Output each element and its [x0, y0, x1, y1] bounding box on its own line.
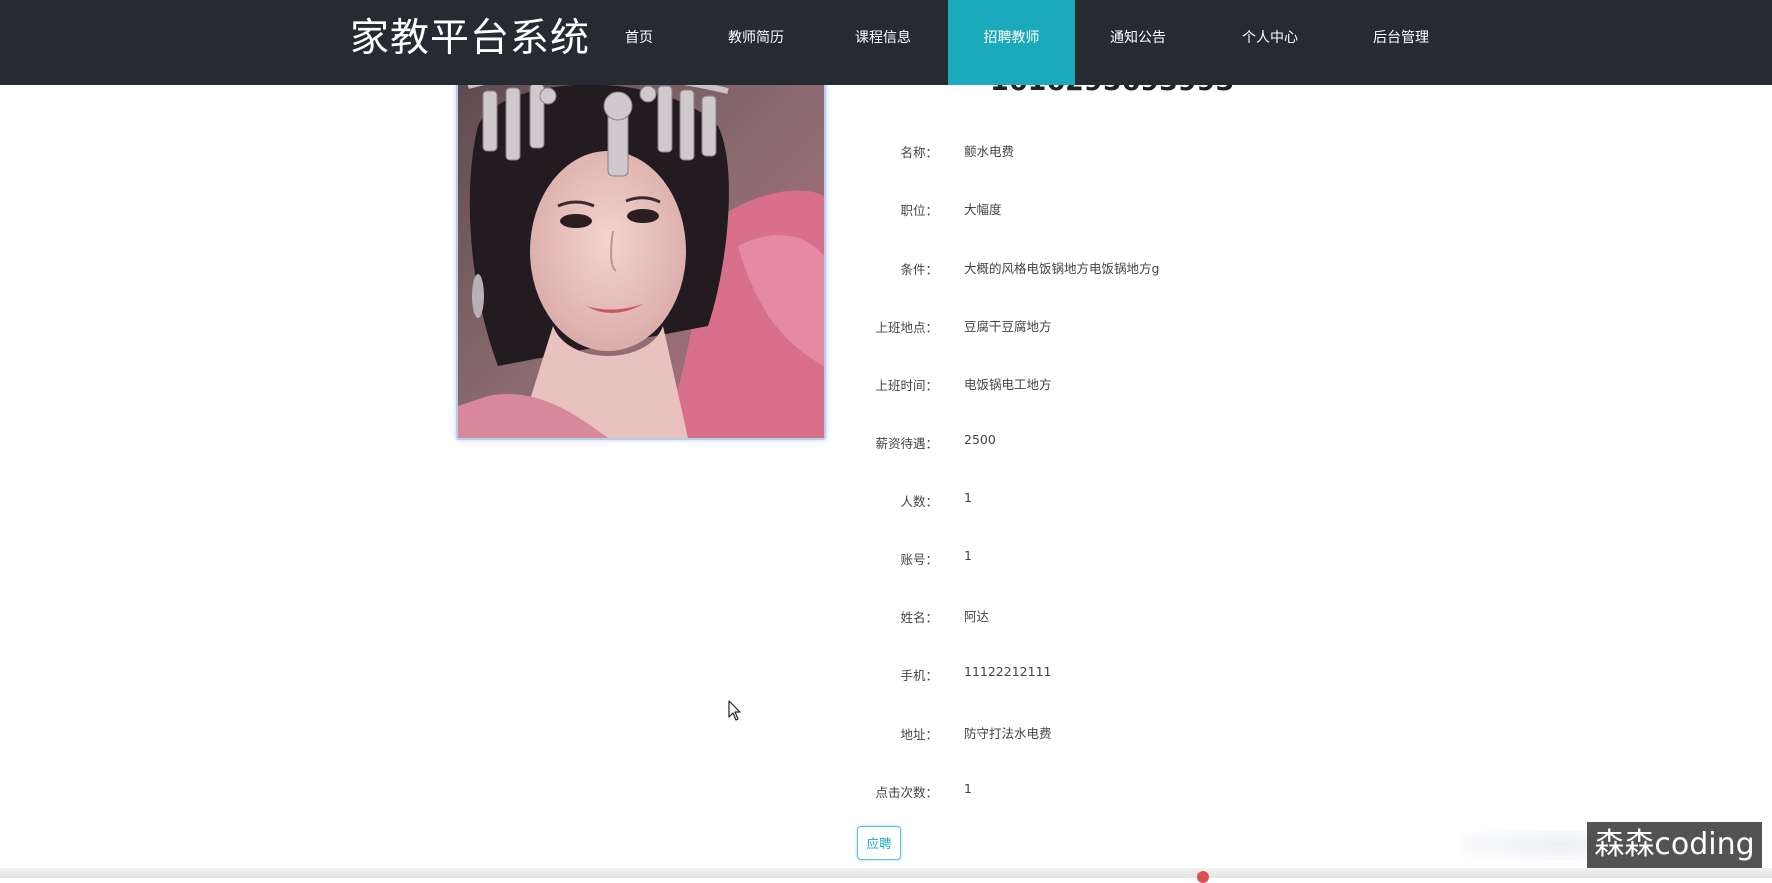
field-label-work-time: 上班时间： — [875, 378, 938, 393]
field-label-phone: 手机： — [900, 668, 938, 683]
field-label-headcount: 人数： — [900, 494, 938, 509]
field-value-position: 大幅度 — [964, 202, 1002, 217]
top-navbar: 家教平台系统 首页 教师简历 课程信息 招聘教师 通知公告 个人中心 后台管理 — [0, 0, 1772, 85]
field-value-work-location: 豆腐干豆腐地方 — [964, 319, 1052, 334]
site-title[interactable]: 家教平台系统 — [350, 14, 590, 64]
field-value-address: 防守打法水电费 — [964, 726, 1052, 741]
field-label-click-count: 点击次数： — [875, 785, 938, 800]
bottom-strip — [0, 868, 1772, 878]
field-value-full-name: 阿达 — [964, 609, 990, 624]
nav-item-home[interactable]: 首页 — [604, 0, 674, 85]
nav-item-admin[interactable]: 后台管理 — [1361, 0, 1441, 85]
field-value-name: 颤水电费 — [964, 144, 1015, 159]
nav-item-course-info[interactable]: 课程信息 — [843, 0, 923, 85]
nav-item-personal-center[interactable]: 个人中心 — [1230, 0, 1310, 85]
recruitment-photo — [456, 64, 826, 440]
notification-dot-icon — [1197, 871, 1209, 883]
nav-item-notices[interactable]: 通知公告 — [1098, 0, 1178, 85]
nav-item-recruit-teachers[interactable]: 招聘教师 — [948, 0, 1075, 85]
field-label-full-name: 姓名： — [900, 610, 938, 625]
field-label-salary: 薪资待遇： — [875, 436, 938, 451]
apply-button[interactable]: 应聘 — [857, 826, 901, 860]
field-value-salary: 2500 — [964, 432, 996, 447]
field-label-account: 账号： — [900, 552, 938, 567]
field-label-work-location: 上班地点： — [875, 320, 938, 335]
field-value-phone: 11122212111 — [964, 664, 1052, 679]
field-value-headcount: 1 — [964, 490, 972, 505]
field-label-name: 名称： — [900, 145, 938, 160]
field-value-click-count: 1 — [964, 781, 972, 796]
nav-item-teacher-resumes[interactable]: 教师简历 — [716, 0, 796, 85]
mouse-cursor-icon — [728, 700, 741, 721]
field-value-requirements: 大概的风格电饭锅地方电饭锅地方g — [964, 261, 1160, 276]
field-value-account: 1 — [964, 548, 972, 563]
field-value-work-time: 电饭锅电工地方 — [964, 377, 1052, 392]
field-label-address: 地址： — [900, 727, 938, 742]
field-label-requirements: 条件： — [900, 262, 938, 277]
watermark: 森森coding — [1587, 822, 1762, 868]
field-label-position: 职位： — [900, 203, 938, 218]
